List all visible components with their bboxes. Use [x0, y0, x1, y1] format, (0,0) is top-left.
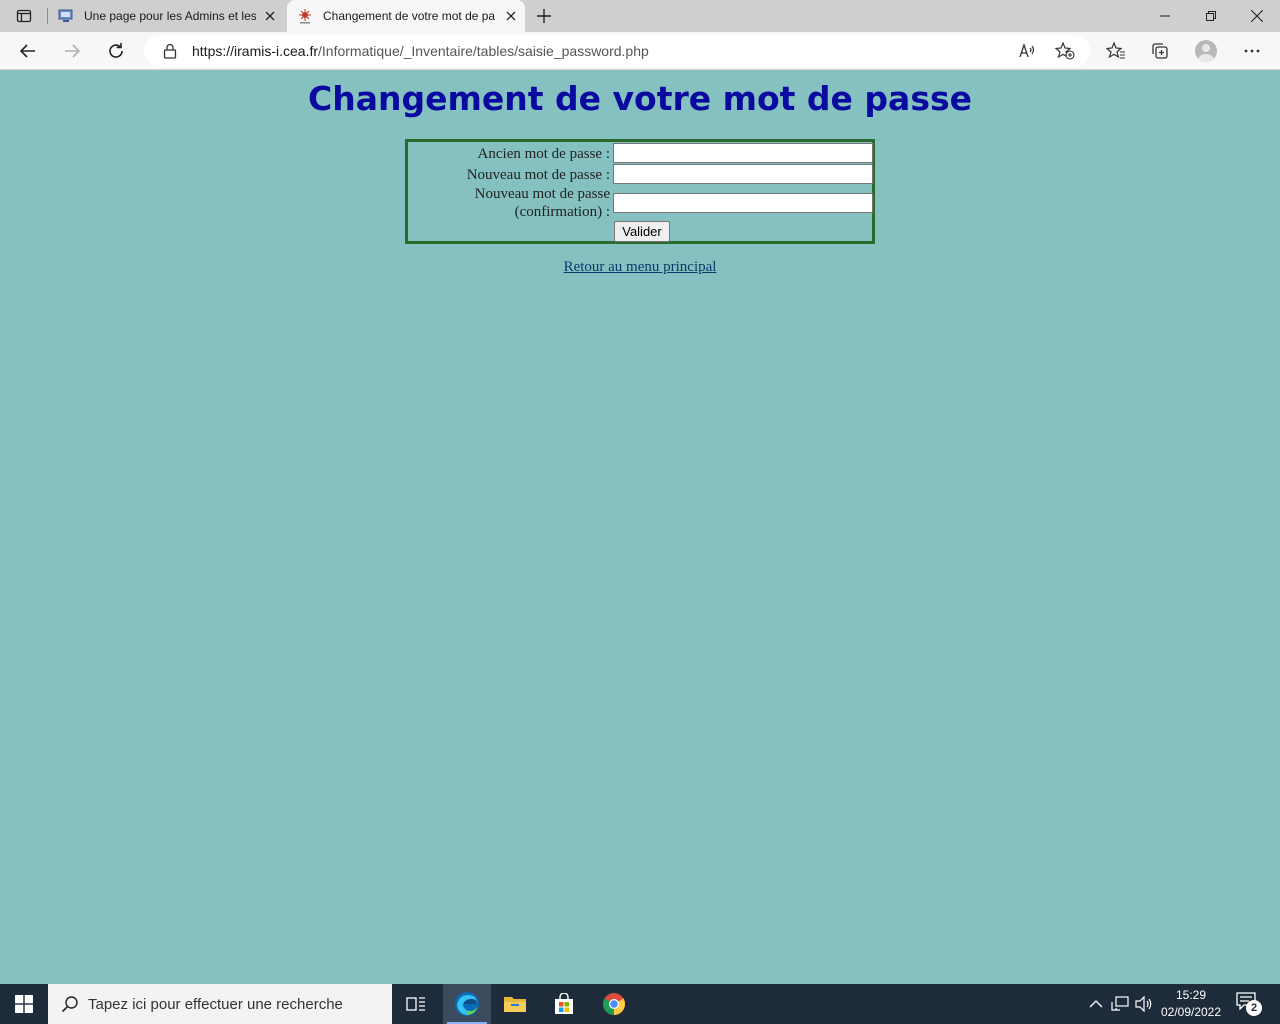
new-password-label: Nouveau mot de passe :	[466, 167, 610, 183]
favorites-icon	[1106, 42, 1125, 59]
site-favicon-icon	[297, 8, 313, 24]
start-button[interactable]	[0, 984, 48, 1024]
store-button[interactable]	[540, 984, 588, 1024]
chrome-icon	[603, 993, 625, 1015]
new-tab-button[interactable]	[530, 2, 558, 30]
address-bar[interactable]: https://iramis-i.cea.fr/Informatique/_In…	[144, 35, 1090, 67]
show-hidden-icons-button[interactable]	[1086, 994, 1106, 1014]
favorites-button[interactable]	[1100, 35, 1132, 67]
confirm-password-label-line1: Nouveau mot de passe	[474, 186, 610, 202]
confirm-password-label-line2: (confirmation) :	[514, 204, 610, 220]
confirm-password-label: Nouveau mot de passe (confirmation) :	[475, 185, 610, 221]
clock-time: 15:29	[1175, 988, 1207, 1002]
confirm-password-input[interactable]	[613, 193, 873, 213]
read-aloud-icon[interactable]	[1014, 38, 1042, 64]
edge-icon	[455, 992, 479, 1016]
tab-admins[interactable]: Une page pour les Admins et les	[48, 0, 284, 32]
close-window-button[interactable]	[1234, 0, 1280, 32]
back-button[interactable]	[12, 35, 44, 67]
search-placeholder: Tapez ici pour effectuer une recherche	[88, 995, 343, 1013]
url-host: https://iramis-i.cea.fr	[192, 43, 319, 59]
search-icon	[60, 994, 80, 1014]
restore-button[interactable]	[1188, 0, 1234, 32]
tab-title: Une page pour les Admins et les	[84, 9, 256, 23]
close-tab-icon[interactable]	[256, 2, 284, 30]
tab-actions-button[interactable]	[8, 5, 40, 27]
volume-icon	[1135, 996, 1152, 1012]
old-password-input[interactable]	[613, 143, 873, 163]
tab-password-change[interactable]: Changement de votre mot de pa	[287, 0, 525, 32]
more-icon	[1244, 49, 1260, 53]
back-to-menu-link[interactable]: Retour au menu principal	[564, 259, 717, 275]
edge-taskbar-button[interactable]	[443, 984, 491, 1024]
old-password-label: Ancien mot de passe :	[477, 146, 610, 162]
sidebar-icon	[16, 9, 32, 23]
minimize-button[interactable]	[1142, 0, 1188, 32]
tab-bar: Une page pour les Admins et les Changeme…	[0, 0, 1280, 32]
network-button[interactable]	[1110, 994, 1130, 1014]
forward-button[interactable]	[56, 35, 88, 67]
restore-icon	[1206, 11, 1216, 21]
taskbar-clock[interactable]: 15:29 02/09/2022	[1152, 987, 1230, 1021]
back-link-row: Retour au menu principal	[0, 259, 1280, 276]
browser-toolbar: https://iramis-i.cea.fr/Informatique/_In…	[0, 32, 1280, 70]
profile-button[interactable]	[1190, 35, 1222, 67]
profile-avatar	[1195, 40, 1217, 62]
chevron-up-icon	[1089, 1000, 1103, 1008]
new-password-input[interactable]	[613, 164, 873, 184]
more-button[interactable]	[1236, 35, 1268, 67]
add-favorite-icon[interactable]	[1051, 38, 1079, 64]
monitor-favicon-icon	[58, 8, 74, 24]
refresh-icon	[109, 43, 123, 58]
volume-button[interactable]	[1134, 994, 1154, 1014]
minimize-icon	[1160, 15, 1170, 17]
task-view-button[interactable]	[392, 984, 440, 1024]
network-icon	[1111, 996, 1129, 1011]
file-explorer-button[interactable]	[491, 984, 539, 1024]
file-explorer-icon	[504, 997, 526, 1012]
chrome-button[interactable]	[590, 984, 638, 1024]
notifications-button[interactable]: 2	[1236, 992, 1262, 1016]
url-text[interactable]: https://iramis-i.cea.fr/Informatique/_In…	[192, 43, 1090, 59]
plus-icon	[537, 9, 551, 23]
page-content: Changement de votre mot de passe Ancien …	[0, 71, 1280, 984]
close-icon	[1251, 10, 1263, 22]
clock-date: 02/09/2022	[1160, 1005, 1222, 1019]
url-path: /Informatique/_Inventaire/tables/saisie_…	[318, 43, 649, 59]
collections-button[interactable]	[1144, 35, 1176, 67]
forward-icon	[65, 44, 81, 58]
page-title: Changement de votre mot de passe	[308, 79, 972, 118]
windows-icon	[15, 995, 33, 1013]
tab-title: Changement de votre mot de pa	[323, 9, 496, 23]
taskbar: Tapez ici pour effectuer une recherche 1…	[0, 984, 1280, 1024]
password-form: Ancien mot de passe : Nouveau mot de pas…	[405, 139, 875, 244]
task-view-icon	[406, 997, 425, 1011]
close-tab-icon[interactable]	[497, 2, 525, 30]
lock-icon[interactable]	[162, 43, 178, 59]
collections-icon	[1152, 43, 1168, 59]
notification-badge: 2	[1246, 1000, 1262, 1016]
submit-button[interactable]: Valider	[614, 221, 670, 242]
store-icon	[555, 993, 573, 1014]
refresh-button[interactable]	[100, 35, 132, 67]
taskbar-search[interactable]: Tapez ici pour effectuer une recherche	[48, 984, 392, 1024]
back-icon	[19, 44, 35, 58]
